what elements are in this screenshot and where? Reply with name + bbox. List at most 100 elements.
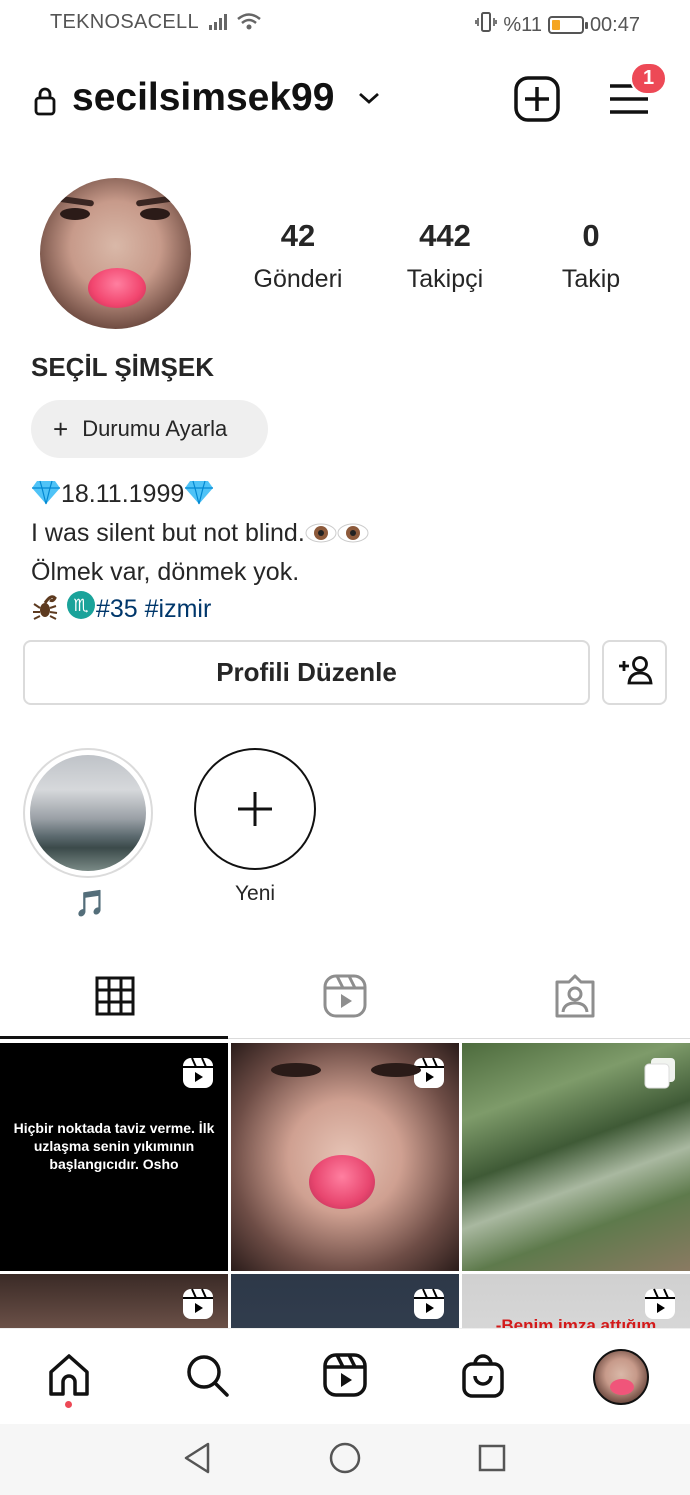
gem-icon [31,479,61,515]
post-tile[interactable] [231,1274,459,1328]
search-icon [184,1352,230,1403]
wifi-icon [236,12,262,37]
status-bar: TEKNOSACELL %11 00:47 [0,0,690,48]
battery-icon [547,16,588,34]
photo-detail [271,1063,321,1077]
recents-button[interactable] [472,1440,512,1480]
post-tile[interactable] [231,1043,459,1271]
reels-icon [323,974,367,1023]
chevron-down-icon[interactable] [357,90,381,111]
post-tile[interactable] [462,1043,690,1271]
battery-fill [551,20,560,30]
photo-detail [309,1155,375,1209]
followers-count: 442 [419,218,471,253]
hashtag-izmir[interactable]: #izmir [145,595,212,623]
edit-profile-label: Profili Düzenle [216,657,397,687]
posts-label: Gönderi [253,265,343,293]
clock: 00:47 [589,13,640,36]
nav-profile[interactable] [593,1349,649,1405]
lock-icon [33,86,57,121]
post-tile[interactable] [0,1274,228,1328]
nav-shop[interactable] [455,1349,511,1405]
post-tile[interactable]: Hiçbir noktada taviz verme. İlk uzlaşma … [0,1043,228,1271]
system-nav-bar [0,1424,690,1495]
status-right: %11 00:47 [475,11,640,39]
avatar-detail [135,195,175,207]
avatar-detail [140,208,170,220]
signal-icon [208,13,230,36]
highlight-new[interactable]: Yeni [190,748,320,906]
highlight-ring [23,748,153,878]
profile-tabs [0,955,690,1041]
set-status-button[interactable]: + Durumu Ayarla [31,400,268,458]
stat-posts[interactable]: 42 Gönderi [233,218,363,294]
eye-icon [305,518,337,554]
highlight-cover [30,755,146,871]
eye-icon [337,518,369,554]
profile-avatar-small [593,1349,649,1405]
full-name: SEÇİL ŞİMŞEK [31,352,215,382]
post-quote-text: Hiçbir noktada taviz verme. İlk uzlaşma … [13,1120,215,1172]
edit-profile-button[interactable]: Profili Düzenle [23,640,590,705]
tagged-icon [553,974,597,1023]
following-label: Takip [561,265,621,293]
tab-grid[interactable] [0,955,230,1041]
home-icon [46,1352,92,1403]
post-tile[interactable]: -Benim imza attığım [462,1274,690,1328]
back-icon [182,1441,212,1480]
shop-icon [461,1352,505,1403]
discover-people-button[interactable] [602,640,667,705]
avatar-detail [60,208,90,220]
followers-label: Takipçi [406,265,484,293]
scorpio-sign-icon: ♏ [66,590,96,630]
post-grid: Hiçbir noktada taviz verme. İlk uzlaşma … [0,1043,690,1328]
following-count: 0 [582,218,600,253]
nav-reels[interactable] [317,1349,373,1405]
scorpion-icon [31,592,59,630]
stat-followers[interactable]: 442 Takipçi [380,218,510,294]
avatar-detail [610,1379,634,1395]
bio-line-1: 18.11.1999 [31,476,369,515]
avatar-detail [88,268,146,308]
bio-quote: I was silent but not blind. [31,519,305,547]
vibrate-icon [475,11,498,39]
reel-icon [413,1057,445,1094]
profile-header: secilsimsek99 1 [0,62,690,138]
highlight-music[interactable] [23,748,153,878]
bottom-nav [0,1328,690,1424]
home-button[interactable] [325,1440,365,1480]
reel-icon [182,1057,214,1094]
carousel-icon [644,1057,676,1094]
reels-icon [323,1352,367,1402]
nav-home[interactable] [41,1349,97,1405]
tab-tagged[interactable] [460,955,690,1041]
back-button[interactable] [177,1440,217,1480]
new-highlight-label: Yeni [234,882,276,905]
photo-detail [371,1063,421,1077]
grid-icon [95,976,135,1021]
nav-search[interactable] [179,1349,235,1405]
bio-line-4: ♏ #35 #izmir [31,590,369,630]
gem-icon [184,479,214,515]
battery-percent: %11 [503,13,542,36]
reel-icon [182,1288,214,1325]
tab-reels[interactable] [230,955,460,1041]
carrier-name: TEKNOSACELL [50,11,199,33]
hashtag-35[interactable]: #35 [96,595,138,623]
plus-icon: + [53,414,69,444]
birthdate: 18.11.1999 [61,480,185,508]
avatar-detail [55,195,95,207]
profile-avatar[interactable] [40,178,191,329]
stat-following[interactable]: 0 Takip [526,218,656,294]
active-tab-indicator [0,1036,228,1039]
post-partial-text: -Benim imza attığım [495,1316,657,1328]
notification-badge: 1 [630,62,667,95]
username[interactable]: secilsimsek99 [72,76,334,120]
add-person-icon [616,654,654,691]
new-post-button[interactable] [514,76,560,122]
square-icon [477,1443,507,1478]
activity-dot [65,1401,72,1408]
new-highlight-circle [194,748,316,870]
plus-icon [238,792,272,826]
circle-icon [328,1441,362,1480]
